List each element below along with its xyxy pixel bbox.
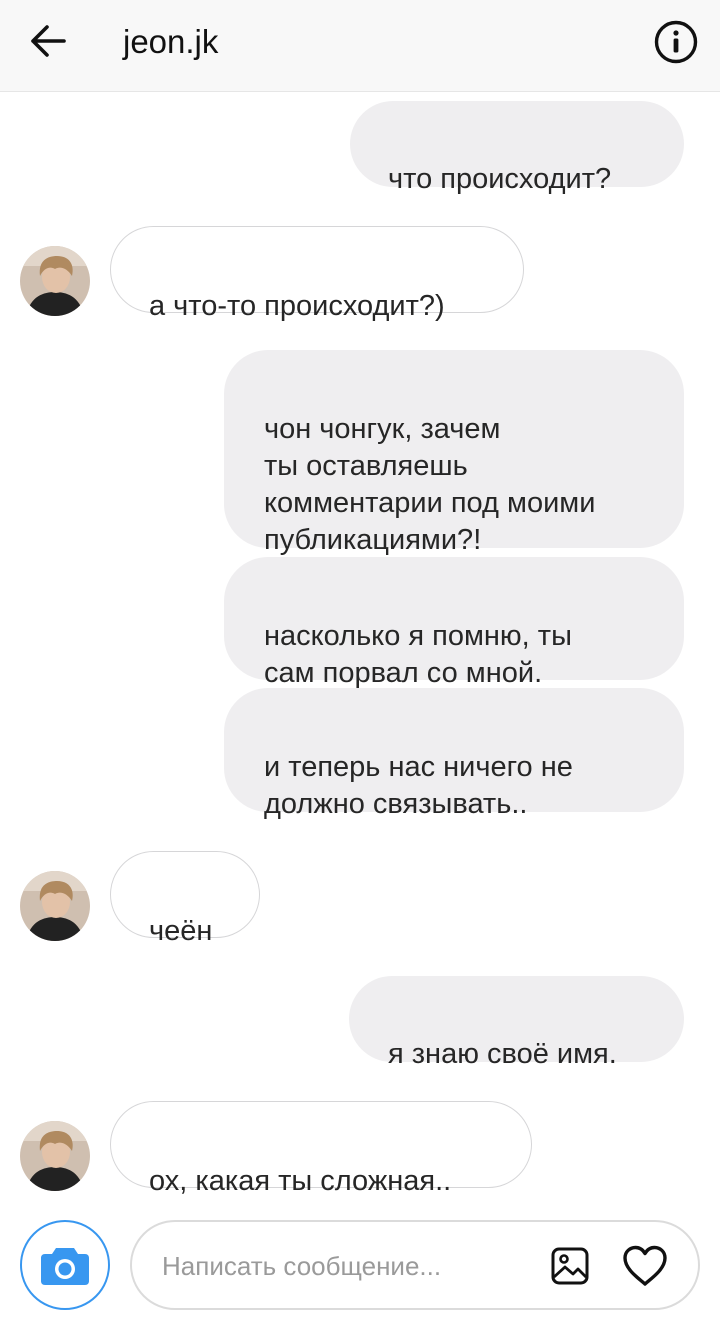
message-text: чеён — [149, 915, 213, 947]
outgoing-message[interactable]: что происходит? — [350, 101, 684, 195]
like-button[interactable] — [618, 1240, 672, 1292]
message-text: ох, какая ты сложная.. — [149, 1165, 452, 1197]
message-text: и теперь нас ничего не должно связывать.… — [264, 751, 573, 820]
chat-username[interactable]: jeon.jk — [123, 22, 218, 62]
info-button[interactable] — [650, 18, 702, 66]
message-input[interactable] — [160, 1244, 544, 1288]
avatar[interactable] — [20, 871, 90, 941]
message-composer — [0, 1206, 720, 1324]
incoming-message[interactable]: ох, какая ты сложная.. — [110, 1101, 532, 1197]
chat-header: jeon.jk — [0, 0, 720, 92]
message-text: я знаю своё имя. — [388, 1038, 617, 1070]
message-text: насколько я помню, ты сам порвал со мной… — [264, 620, 572, 689]
info-circle-icon — [654, 20, 698, 64]
heart-icon — [623, 1245, 667, 1286]
back-button[interactable] — [22, 18, 74, 64]
incoming-message[interactable]: а что-то происходит?) — [110, 226, 524, 322]
arrow-left-icon — [31, 25, 66, 57]
outgoing-message[interactable]: я знаю своё имя. — [349, 976, 684, 1070]
message-text: чон чонгук, зачем ты оставляешь коммента… — [264, 413, 596, 556]
avatar[interactable] — [20, 1121, 90, 1191]
gallery-button[interactable] — [546, 1242, 594, 1290]
message-text: что происходит? — [388, 163, 612, 195]
avatar[interactable] — [20, 246, 90, 316]
outgoing-message[interactable]: и теперь нас ничего не должно связывать.… — [224, 688, 684, 820]
incoming-message[interactable]: чеён — [110, 851, 260, 947]
message-input-container — [130, 1220, 700, 1310]
outgoing-message[interactable]: чон чонгук, зачем ты оставляешь коммента… — [224, 350, 684, 556]
camera-button[interactable] — [20, 1220, 110, 1310]
message-text: а что-то происходит?) — [149, 290, 445, 322]
camera-icon — [41, 1248, 89, 1285]
image-icon — [551, 1247, 589, 1285]
outgoing-message[interactable]: насколько я помню, ты сам порвал со мной… — [224, 557, 684, 689]
